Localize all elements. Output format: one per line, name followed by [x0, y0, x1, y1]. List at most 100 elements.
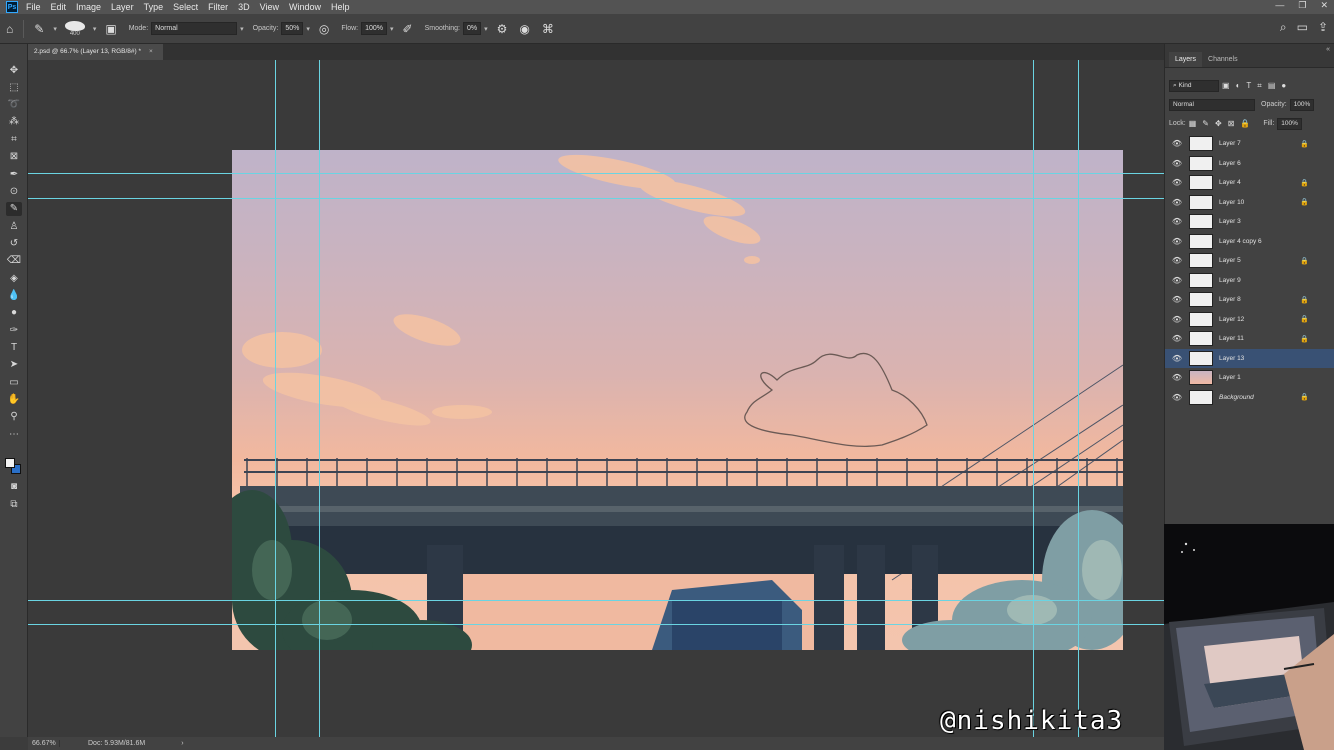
guide-horizontal[interactable] — [28, 198, 1164, 199]
lock-all-icon[interactable]: 🔒 — [1240, 119, 1250, 128]
gear-icon[interactable]: ⚙ — [497, 22, 508, 36]
layer-row[interactable]: 👁 Layer 3 — [1165, 212, 1334, 232]
lock-artboard-icon[interactable]: ⊠ — [1228, 119, 1235, 128]
guide-horizontal[interactable] — [28, 624, 1164, 625]
chevron-down-icon[interactable]: ▾ — [93, 25, 97, 33]
layer-filter-select[interactable]: ⌕ Kind — [1169, 79, 1219, 92]
screen-mode-icon[interactable]: ⧉ — [6, 498, 22, 512]
layer-row[interactable]: 👁 Layer 12 🔒 — [1165, 310, 1334, 330]
filter-shape-icon[interactable]: ⌗ — [1257, 81, 1262, 91]
layer-row[interactable]: 👁 Layer 5 🔒 — [1165, 251, 1334, 271]
status-menu-arrow[interactable]: › — [181, 740, 183, 747]
zoom-tool-icon[interactable]: ⚲ — [6, 410, 22, 424]
home-icon[interactable]: ⌂ — [6, 22, 13, 36]
move-tool-icon[interactable]: ✥ — [6, 64, 22, 78]
filter-type-icon[interactable]: T — [1246, 81, 1251, 90]
eye-icon[interactable]: 👁 — [1168, 198, 1186, 207]
lock-transparent-icon[interactable]: ▦ — [1189, 119, 1197, 128]
eye-icon[interactable]: 👁 — [1168, 256, 1186, 265]
pressure-size-icon[interactable]: ◉ — [519, 22, 529, 36]
restore-icon[interactable]: ❐ — [1298, 0, 1306, 11]
workspace-icon[interactable]: ▭ — [1297, 20, 1308, 35]
lasso-tool-icon[interactable]: ➰ — [6, 98, 22, 112]
healing-brush-tool-icon[interactable]: ⊙ — [6, 185, 22, 199]
layer-row[interactable]: 👁 Layer 8 🔒 — [1165, 290, 1334, 310]
eye-icon[interactable]: 👁 — [1168, 334, 1186, 343]
close-tab-icon[interactable]: × — [149, 48, 153, 55]
hand-tool-icon[interactable]: ✋ — [6, 393, 22, 407]
menu-select[interactable]: Select — [173, 2, 198, 12]
filter-pixel-icon[interactable]: ▣ — [1222, 81, 1230, 90]
eye-icon[interactable]: 👁 — [1168, 373, 1186, 382]
crop-tool-icon[interactable]: ⌗ — [6, 133, 22, 147]
lock-pixels-icon[interactable]: ✎ — [1202, 119, 1209, 128]
brush-settings-icon[interactable]: ▣ — [105, 22, 116, 36]
chevron-down-icon[interactable]: ▾ — [53, 25, 57, 33]
shape-tool-icon[interactable]: ▭ — [6, 376, 22, 390]
dodge-tool-icon[interactable]: ● — [6, 306, 22, 320]
layer-row[interactable]: 👁 Layer 4 🔒 — [1165, 173, 1334, 193]
eye-icon[interactable]: 👁 — [1168, 159, 1186, 168]
eye-icon[interactable]: 👁 — [1168, 295, 1186, 304]
menu-filter[interactable]: Filter — [208, 2, 228, 12]
frame-tool-icon[interactable]: ⊠ — [6, 150, 22, 164]
lock-position-icon[interactable]: ✥ — [1215, 119, 1222, 128]
document-tab[interactable]: 2.psd @ 66.7% (Layer 13, RGB/8#) * × — [28, 44, 163, 60]
menu-image[interactable]: Image — [76, 2, 101, 12]
canvas-workspace[interactable] — [28, 60, 1164, 737]
menu-help[interactable]: Help — [331, 2, 350, 12]
paint-bucket-tool-icon[interactable]: ◈ — [6, 272, 22, 286]
quick-mask-icon[interactable]: ◙ — [6, 480, 22, 494]
menu-type[interactable]: Type — [144, 2, 164, 12]
tab-channels[interactable]: Channels — [1202, 52, 1244, 67]
artwork-canvas[interactable] — [232, 150, 1123, 650]
minimize-icon[interactable]: — — [1275, 0, 1284, 11]
eye-icon[interactable]: 👁 — [1168, 354, 1186, 363]
flow-input[interactable]: 100% — [361, 22, 388, 35]
layer-opacity-input[interactable]: 100% — [1289, 98, 1315, 111]
menu-layer[interactable]: Layer — [111, 2, 134, 12]
eye-icon[interactable]: 👁 — [1168, 276, 1186, 285]
foreground-color-swatch[interactable] — [5, 458, 15, 468]
airbrush-icon[interactable]: ✐ — [403, 22, 413, 36]
history-brush-tool-icon[interactable]: ↺ — [6, 237, 22, 251]
pen-tool-icon[interactable]: ✑ — [6, 324, 22, 338]
eye-icon[interactable]: 👁 — [1168, 237, 1186, 246]
share-icon[interactable]: ⇪ — [1318, 20, 1328, 35]
symmetry-icon[interactable]: ⌘ — [542, 22, 554, 36]
search-icon[interactable]: ⌕ — [1280, 20, 1287, 35]
chevron-down-icon[interactable]: ▾ — [484, 25, 488, 33]
layer-row[interactable]: 👁 Layer 9 — [1165, 271, 1334, 291]
menu-view[interactable]: View — [260, 2, 279, 12]
opacity-input[interactable]: 50% — [281, 22, 304, 35]
eye-icon[interactable]: 👁 — [1168, 217, 1186, 226]
eraser-tool-icon[interactable]: ⌫ — [6, 254, 22, 268]
eye-icon[interactable]: 👁 — [1168, 178, 1186, 187]
layer-row-selected[interactable]: 👁 Layer 13 — [1165, 348, 1334, 368]
layer-row[interactable]: 👁 Layer 4 copy 6 — [1165, 232, 1334, 252]
type-tool-icon[interactable]: T — [6, 341, 22, 355]
clone-stamp-tool-icon[interactable]: ♙ — [6, 220, 22, 234]
layer-row[interactable]: 👁 Layer 1 — [1165, 368, 1334, 388]
smoothing-input[interactable]: 0% — [463, 22, 482, 35]
fill-input[interactable]: 100% — [1277, 117, 1302, 130]
chevron-down-icon[interactable]: ▾ — [240, 25, 244, 33]
layer-row[interactable]: 👁 Layer 11 🔒 — [1165, 329, 1334, 349]
guide-vertical[interactable] — [1033, 60, 1034, 737]
guide-horizontal[interactable] — [28, 600, 1164, 601]
photoshop-logo-icon[interactable]: Ps — [6, 1, 18, 13]
brush-preset-picker[interactable]: 400 — [62, 17, 88, 41]
layer-row[interactable]: 👁 Background 🔒 — [1165, 388, 1334, 408]
guide-vertical[interactable] — [275, 60, 276, 737]
layer-row[interactable]: 👁 Layer 6 — [1165, 154, 1334, 174]
mode-select[interactable]: Normal — [151, 22, 238, 35]
chevron-down-icon[interactable]: ▾ — [306, 25, 310, 33]
path-selection-tool-icon[interactable]: ➤ — [6, 358, 22, 372]
close-icon[interactable]: ✕ — [1320, 0, 1328, 11]
magic-wand-tool-icon[interactable]: ⁂ — [6, 115, 22, 129]
eye-icon[interactable]: 👁 — [1168, 139, 1186, 148]
collapse-panel-icon[interactable]: « — [1326, 46, 1330, 53]
eye-icon[interactable]: 👁 — [1168, 393, 1186, 402]
blend-mode-select[interactable]: Normal — [1169, 98, 1255, 111]
zoom-level[interactable]: 66.67% — [28, 740, 60, 747]
